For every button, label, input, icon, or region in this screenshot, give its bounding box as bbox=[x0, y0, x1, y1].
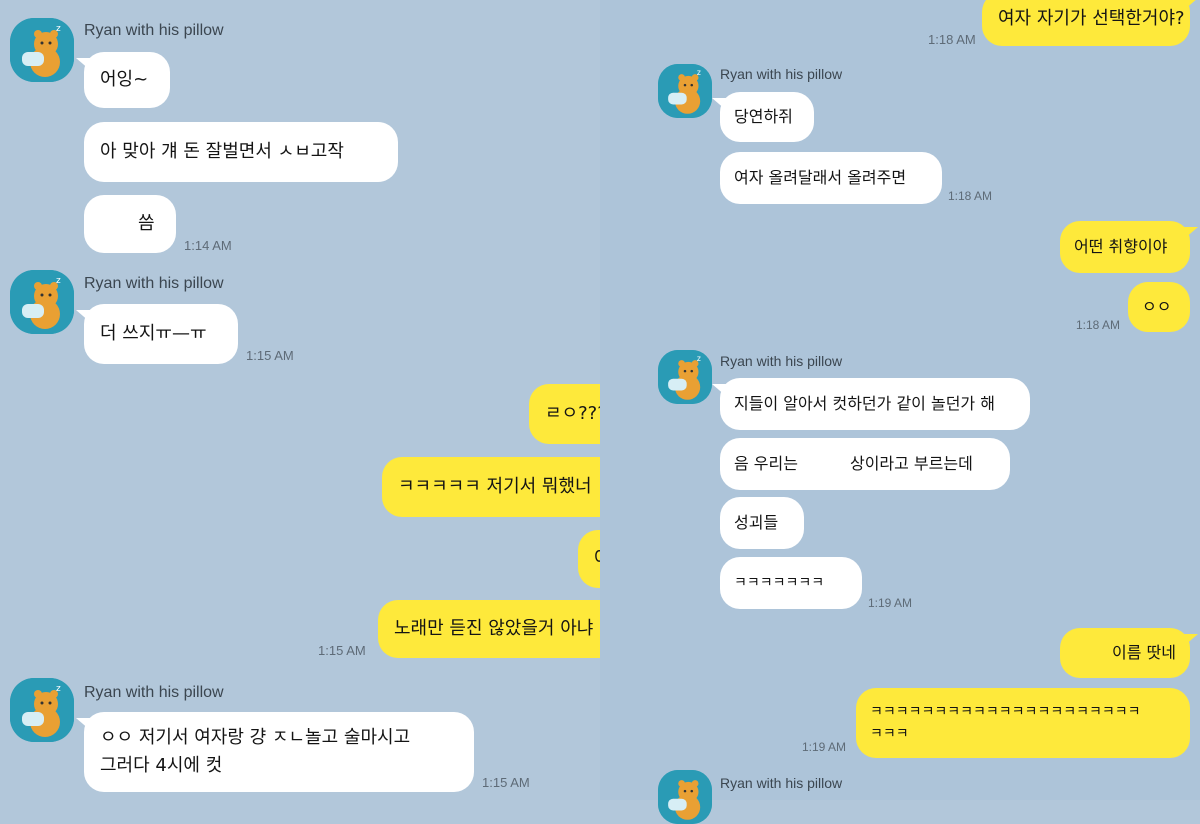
message-text: 더 쓰지ㅠ—ㅠ bbox=[100, 323, 207, 344]
ryan-pillow-icon: z bbox=[658, 64, 712, 118]
message-text: ㄹㅇ??? bbox=[545, 403, 607, 424]
message-text: 음 우리는 bbox=[734, 454, 798, 473]
ryan-avatar[interactable]: z bbox=[10, 270, 74, 334]
message-text: 성괴들 bbox=[734, 513, 779, 532]
message-text: 아 맞아 걔 돈 잘벌면서 ㅅㅂ고작 bbox=[100, 141, 344, 162]
message-text: 노래만 듣진 않았을거 아냐 bbox=[394, 618, 594, 639]
message-bubble-incoming[interactable]: 성괴들 bbox=[720, 497, 804, 549]
message-text: 당연하쥐 bbox=[734, 107, 793, 126]
chat-panel-right[interactable]: 여자 자기가 선택한거야? 1:18 AM z Ryan with his pi… bbox=[600, 0, 1200, 824]
svg-text:z: z bbox=[56, 276, 61, 286]
ryan-pillow-icon: z bbox=[10, 678, 74, 742]
sender-name: Ryan with his pillow bbox=[720, 775, 843, 791]
message-bubble-outgoing[interactable]: ㅋㅋㅋㅋㅋ 저기서 뭐했너 bbox=[382, 457, 636, 517]
message-text: 어떤 취향이야 bbox=[1074, 237, 1168, 256]
message-bubble-outgoing[interactable]: 어떤 취향이야 bbox=[1060, 221, 1198, 273]
message-bubble-incoming[interactable]: 당연하쥐 bbox=[712, 92, 814, 142]
message-bubble-incoming[interactable]: 지들이 알아서 컷하던가 같이 놀던가 해 bbox=[712, 378, 1030, 430]
message-timestamp: 1:15 AM bbox=[482, 775, 530, 790]
ryan-avatar[interactable]: z bbox=[10, 18, 74, 82]
ryan-pillow-icon: z bbox=[658, 350, 712, 404]
svg-text:z: z bbox=[56, 684, 61, 694]
svg-text:z: z bbox=[697, 68, 701, 77]
message-timestamp: 1:14 AM bbox=[184, 238, 232, 253]
message-bubble-outgoing[interactable]: ㅋㅋㅋㅋㅋㅋㅋㅋㅋㅋㅋㅋㅋㅋㅋㅋㅋㅋㅋㅋㅋ ㅋㅋㅋ bbox=[856, 688, 1190, 758]
message-timestamp: 1:15 AM bbox=[246, 348, 294, 363]
message-bubble-incoming[interactable]: 아 맞아 걔 돈 잘벌면서 ㅅㅂ고작 bbox=[84, 122, 398, 182]
message-timestamp: 1:19 AM bbox=[802, 740, 847, 754]
message-line: ㅇㅇ 저기서 여자랑 걍 ㅈㄴ놀고 술마시고 bbox=[100, 727, 411, 748]
message-line: 그러다 4시에 컷 bbox=[100, 755, 223, 776]
message-text: ㅋㅋㅋㅋㅋㅋㅋㅋㅋㅋㅋㅋㅋㅋㅋㅋㅋㅋㅋㅋㅋ ㅋㅋㅋ bbox=[870, 701, 1140, 745]
message-timestamp: 1:15 AM bbox=[318, 643, 366, 658]
chat-panel-left[interactable]: z Ryan with his pillow 어잉~ 아 맞아 걔 돈 잘벌면서… bbox=[0, 0, 643, 800]
message-text: 어잉~ bbox=[100, 69, 149, 90]
message-text: 이름 땃네 bbox=[1112, 643, 1176, 662]
message-text: ㅋㅋㅋㅋㅋ 저기서 뭐했너 bbox=[398, 476, 592, 497]
message-line: ㅋㅋㅋ bbox=[870, 726, 909, 742]
ryan-avatar[interactable]: z bbox=[10, 678, 74, 742]
message-text: 씀 bbox=[138, 213, 155, 234]
svg-text:z: z bbox=[697, 354, 701, 363]
message-timestamp: 1:19 AM bbox=[868, 596, 913, 610]
message-bubble-outgoing[interactable]: 이름 땃네 bbox=[1060, 628, 1198, 678]
ryan-pillow-icon: z bbox=[10, 18, 74, 82]
message-bubble-incoming[interactable]: ㅋㅋㅋㅋㅋㅋㅋ bbox=[720, 557, 862, 609]
sender-name: Ryan with his pillow bbox=[84, 684, 224, 701]
ryan-avatar[interactable] bbox=[658, 770, 712, 824]
message-text: 여자 올려달래서 올려주면 bbox=[734, 168, 907, 187]
message-bubble-incoming[interactable]: 씀 bbox=[84, 195, 176, 253]
message-bubble-outgoing[interactable]: ㅇㅇ bbox=[1128, 282, 1190, 332]
svg-text:z: z bbox=[56, 24, 61, 34]
message-text: 상이라고 부르는데 bbox=[849, 454, 973, 473]
message-timestamp: 1:18 AM bbox=[928, 32, 976, 47]
sender-name: Ryan with his pillow bbox=[720, 66, 843, 82]
message-bubble-incoming[interactable]: 어잉~ bbox=[76, 52, 170, 108]
message-text: ㅇㅇ bbox=[1142, 297, 1172, 316]
message-line: ㅋㅋㅋㅋㅋㅋㅋㅋㅋㅋㅋㅋㅋㅋㅋㅋㅋㅋㅋㅋㅋ bbox=[870, 704, 1141, 720]
message-bubble-incoming[interactable]: 더 쓰지ㅠ—ㅠ bbox=[76, 304, 238, 364]
message-text: 여자 자기가 선택한거야? bbox=[998, 8, 1185, 29]
sender-name: Ryan with his pillow bbox=[84, 22, 224, 39]
ryan-pillow-icon: z bbox=[10, 270, 74, 334]
sender-name: Ryan with his pillow bbox=[720, 353, 843, 369]
message-bubble-incoming[interactable]: 여자 올려달래서 올려주면 bbox=[720, 152, 942, 204]
ryan-pillow-icon bbox=[658, 770, 712, 824]
message-text: ㅋㅋㅋㅋㅋㅋㅋ bbox=[734, 575, 825, 591]
message-bubble-outgoing[interactable]: 여자 자기가 선택한거야? bbox=[982, 0, 1198, 46]
message-bubble-incoming[interactable]: 음 우리는 상이라고 부르는데 bbox=[720, 438, 1010, 490]
ryan-avatar[interactable]: z bbox=[658, 64, 712, 118]
message-bubble-incoming[interactable]: ㅇㅇ 저기서 여자랑 걍 ㅈㄴ놀고 술마시고 그러다 4시에 컷 bbox=[76, 712, 474, 792]
message-timestamp: 1:18 AM bbox=[948, 189, 993, 203]
message-text: ㅇㅇ 저기서 여자랑 걍 ㅈㄴ놀고 술마시고 그러다 4시에 컷 bbox=[100, 724, 410, 780]
ryan-avatar[interactable]: z bbox=[658, 350, 712, 404]
sender-name: Ryan with his pillow bbox=[84, 275, 224, 292]
message-timestamp: 1:18 AM bbox=[1076, 318, 1121, 332]
message-text: 지들이 알아서 컷하던가 같이 놀던가 해 bbox=[734, 394, 995, 413]
message-bubble-outgoing[interactable]: 노래만 듣진 않았을거 아냐 bbox=[378, 600, 636, 658]
